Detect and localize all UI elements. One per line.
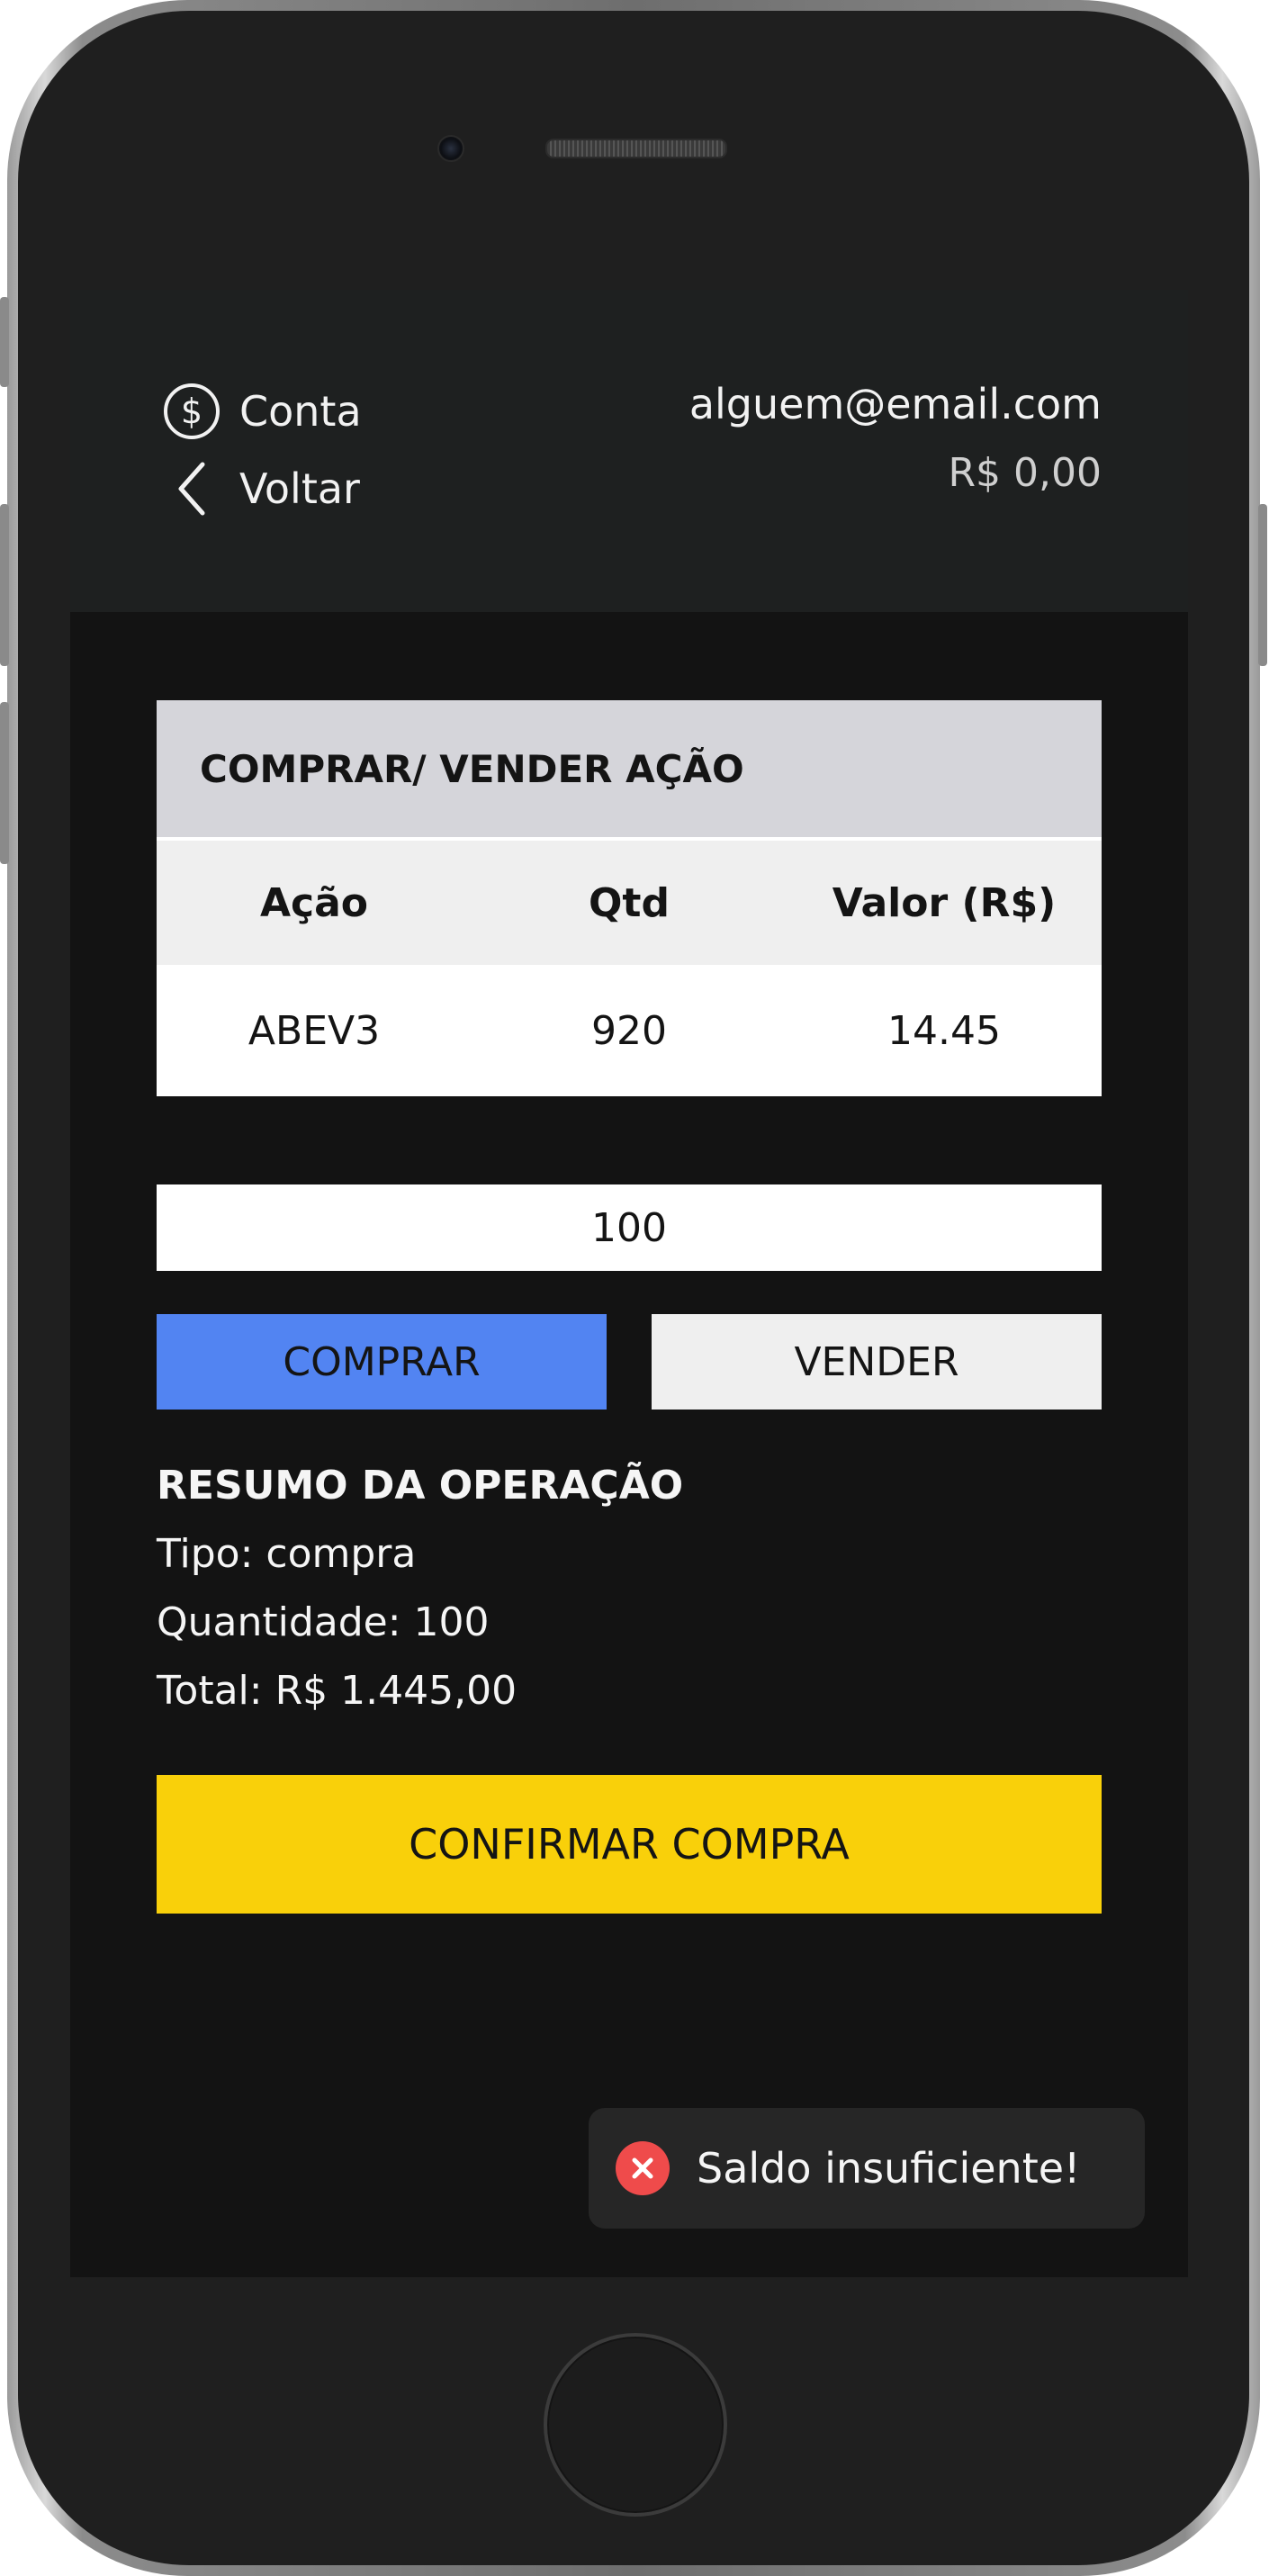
chevron-left-icon bbox=[164, 461, 220, 517]
column-header-qty: Qtd bbox=[589, 879, 670, 926]
cell-stock: ABEV3 bbox=[248, 1007, 381, 1054]
user-email: alguem@email.com bbox=[688, 380, 1102, 428]
app-screen: $ Conta Voltar alguem@email.com R$ 0,00 … bbox=[70, 290, 1188, 2277]
sell-button[interactable]: VENDER bbox=[652, 1314, 1102, 1410]
table-header: Ação Qtd Valor (R$) bbox=[157, 841, 1102, 965]
cell-qty: 920 bbox=[591, 1007, 667, 1054]
confirm-purchase-button[interactable]: CONFIRMAR COMPRA bbox=[157, 1775, 1102, 1914]
column-header-stock: Ação bbox=[259, 879, 369, 926]
back-link[interactable]: Voltar bbox=[164, 461, 360, 517]
card-title: COMPRAR/ VENDER AÇÃO bbox=[157, 700, 1102, 837]
summary-quantity: Quantidade: 100 bbox=[157, 1599, 490, 1645]
summary-title: RESUMO DA OPERAÇÃO bbox=[157, 1463, 684, 1509]
column-header-value: Valor (R$) bbox=[832, 879, 1057, 926]
buy-button[interactable]: COMPRAR bbox=[157, 1314, 607, 1410]
operation-summary: RESUMO DA OPERAÇÃO Tipo: compra Quantida… bbox=[157, 1460, 683, 1717]
summary-total: Total: R$ 1.445,00 bbox=[157, 1668, 518, 1714]
table-row: ABEV3 920 14.45 bbox=[157, 965, 1102, 1096]
phone-volume-down bbox=[0, 702, 9, 864]
phone-volume-up bbox=[0, 504, 9, 666]
error-x-icon bbox=[616, 2141, 670, 2195]
home-button[interactable] bbox=[544, 2333, 727, 2517]
app-header: $ Conta Voltar alguem@email.com R$ 0,00 bbox=[70, 290, 1188, 612]
account-balance: R$ 0,00 bbox=[948, 450, 1102, 496]
phone-power-button bbox=[1258, 504, 1267, 666]
account-link[interactable]: $ Conta bbox=[164, 383, 362, 439]
toast-message: Saldo insuficiente! bbox=[697, 2144, 1081, 2193]
phone-mute-switch bbox=[0, 297, 9, 387]
front-camera bbox=[437, 135, 464, 162]
stock-card: COMPRAR/ VENDER AÇÃO Ação Qtd Valor (R$)… bbox=[157, 700, 1102, 1096]
summary-type: Tipo: compra bbox=[157, 1531, 417, 1577]
back-label: Voltar bbox=[239, 464, 360, 513]
error-toast: Saldo insuficiente! bbox=[589, 2108, 1145, 2229]
earpiece-speaker bbox=[545, 139, 727, 158]
account-label: Conta bbox=[239, 387, 362, 436]
quantity-input[interactable] bbox=[157, 1184, 1102, 1271]
cell-value: 14.45 bbox=[887, 1007, 1001, 1054]
dollar-circle-icon: $ bbox=[164, 383, 220, 439]
